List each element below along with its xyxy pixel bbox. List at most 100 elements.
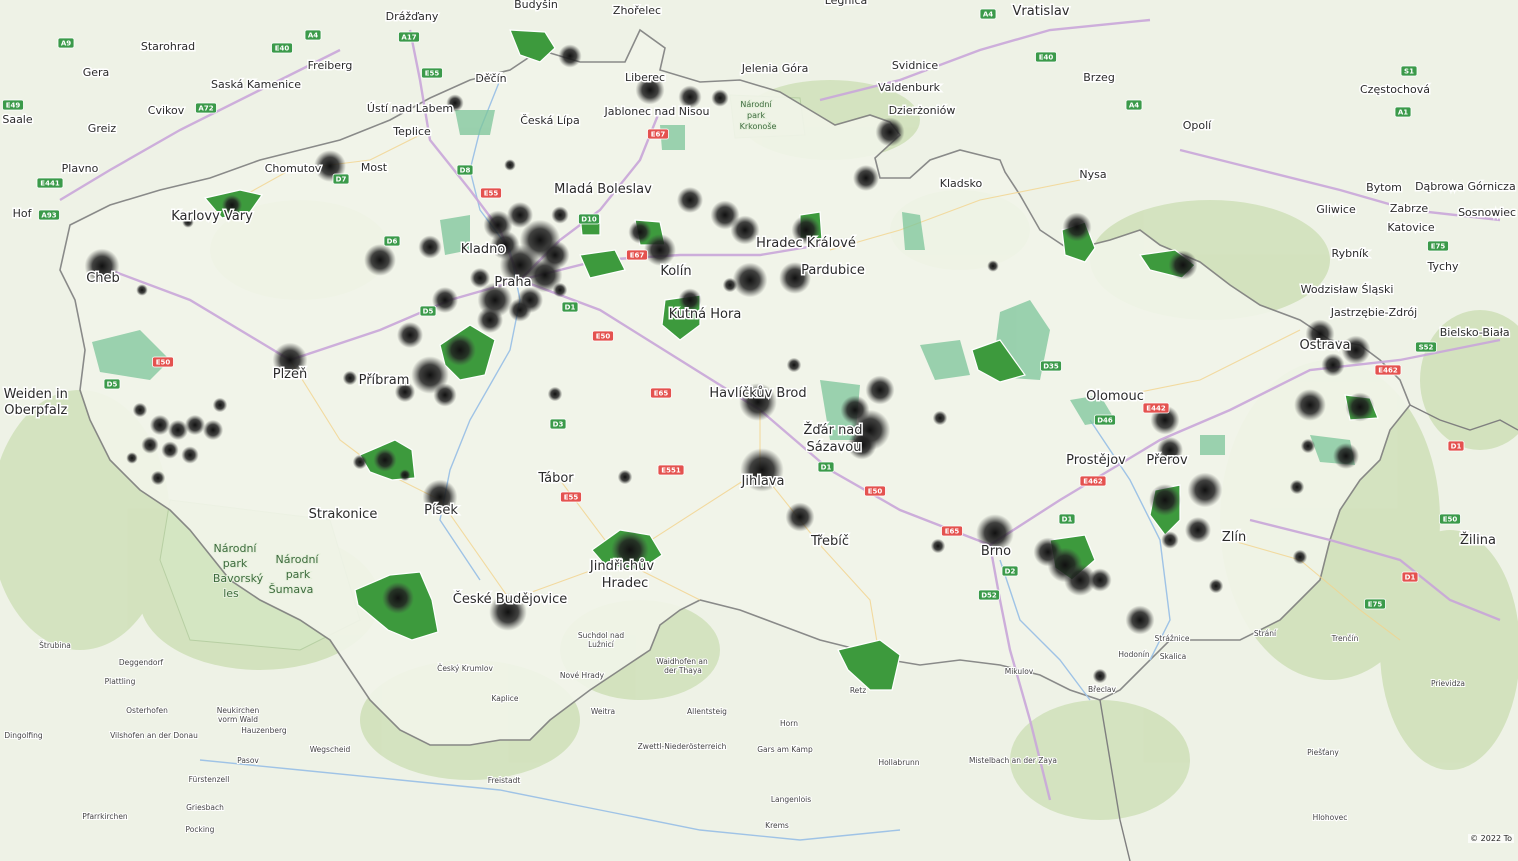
dark-cluster-mark	[722, 277, 738, 293]
road-shield: D1	[817, 461, 835, 473]
dark-cluster-mark	[1125, 605, 1155, 635]
city-label: Ostrava	[1299, 338, 1350, 353]
city-label: Nysa	[1079, 168, 1106, 181]
dark-cluster-mark	[932, 410, 948, 426]
dark-cluster-mark	[987, 260, 999, 272]
city-label: Osterhofen	[126, 706, 168, 715]
dark-cluster-mark	[364, 244, 396, 276]
dark-cluster-mark	[1187, 472, 1223, 508]
map-canvas[interactable]: A4 A17 A9 E40 A4 E55 A72 E49 D7 D8 E55 E441 A93 D10 D6…	[0, 0, 1518, 861]
city-label: Zwettl-Niederösterreich	[638, 742, 727, 751]
city-label: Tábor	[537, 471, 574, 486]
city-label: Hollabrunn	[878, 758, 919, 767]
city-label: Vratislav	[1013, 4, 1070, 19]
dark-cluster-mark	[1332, 442, 1360, 470]
road-shield: D1	[1401, 571, 1419, 583]
road-shield-label: D6	[387, 238, 398, 246]
road-shield: E65	[941, 525, 963, 537]
road-shield: S1	[1400, 65, 1418, 77]
park-label: park	[223, 557, 248, 570]
road-shield-label: E50	[156, 359, 171, 367]
road-shield-label: A4	[983, 11, 993, 19]
dark-cluster-mark	[1168, 250, 1198, 280]
city-label: Freiberg	[308, 59, 353, 72]
city-label: Trenčín	[1331, 634, 1359, 643]
dark-cluster-mark	[396, 321, 424, 349]
city-label: Karlovy Vary	[171, 209, 253, 224]
city-label: Kladno	[461, 242, 506, 257]
city-label: Zlín	[1222, 530, 1246, 545]
road-shield: A17	[398, 31, 420, 43]
dark-cluster-mark	[469, 267, 491, 289]
dark-cluster-mark	[785, 502, 815, 532]
dark-cluster-mark	[875, 117, 905, 147]
road-shield-label: E55	[484, 190, 499, 198]
road-shield: E75	[1427, 240, 1449, 252]
dark-cluster-mark	[149, 414, 171, 436]
dark-cluster-mark	[628, 220, 652, 244]
dark-cluster-mark	[136, 284, 148, 296]
park-label: Národní	[740, 100, 772, 109]
park-label: park	[286, 568, 311, 581]
city-label: Hradec Králové	[756, 236, 856, 251]
city-label: Gera	[83, 66, 110, 79]
park-label: Krkonoše	[740, 121, 777, 131]
city-label: Jindřichův	[589, 559, 655, 574]
city-label: Jelenia Góra	[741, 62, 809, 75]
city-label: Český Krumlov	[437, 664, 493, 673]
road-shield: E50	[592, 330, 614, 342]
road-shield-label: D3	[553, 421, 564, 429]
road-shield-label: D1	[1451, 443, 1462, 451]
road-shield-label: D8	[460, 167, 471, 175]
road-shield-label: E65	[654, 390, 669, 398]
road-shield-label: E40	[1039, 54, 1054, 62]
road-shield: E441	[36, 177, 64, 189]
city-label: Oberpfalz	[4, 403, 67, 418]
city-label: Langenlois	[771, 795, 811, 804]
road-shield-label: D1	[1405, 574, 1416, 582]
road-shield-label: A9	[61, 40, 71, 48]
dark-cluster-mark	[1092, 668, 1108, 684]
road-shield: D46	[1094, 414, 1116, 426]
city-label: Saale	[2, 113, 33, 126]
road-shield: E50	[1439, 513, 1461, 525]
city-label: Nové Hrady	[560, 671, 605, 680]
dark-cluster-mark	[373, 448, 397, 472]
road-shield: E462	[1374, 364, 1402, 376]
road-shield-label: E55	[425, 70, 440, 78]
park-label: les	[223, 587, 239, 600]
road-shield: E40	[1035, 51, 1057, 63]
road-shield-label: D35	[1043, 363, 1059, 371]
dark-cluster-mark	[202, 419, 224, 441]
road-shield: E40	[271, 42, 293, 54]
city-label: Częstochová	[1360, 83, 1430, 96]
dark-cluster-mark	[212, 397, 228, 413]
road-shield-label: D1	[1062, 516, 1073, 524]
road-shield-label: E75	[1368, 601, 1383, 609]
dark-cluster-mark	[930, 538, 946, 554]
city-label: Teplice	[392, 125, 431, 138]
city-label: Drážďany	[386, 10, 439, 23]
city-label: Gars am Kamp	[757, 745, 813, 754]
city-label: Piešťany	[1307, 748, 1339, 757]
dark-cluster-mark	[342, 370, 358, 386]
city-label: Krems	[765, 821, 789, 830]
road-shield: A93	[38, 209, 60, 221]
road-shield: E50	[864, 485, 886, 497]
dark-cluster-mark	[786, 357, 802, 373]
city-label: Třebíč	[810, 534, 849, 549]
dark-cluster-mark	[184, 414, 206, 436]
city-label: Strážnice	[1155, 634, 1190, 643]
city-label: Havlíčkův Brod	[709, 386, 806, 401]
road-shield-label: D7	[336, 176, 347, 184]
road-shield: D5	[419, 305, 437, 317]
road-shield-label: E50	[868, 488, 883, 496]
road-shield-label: E551	[661, 467, 681, 475]
road-shield: E75	[1364, 598, 1386, 610]
dark-cluster-mark	[852, 164, 880, 192]
city-label: Zabrze	[1390, 202, 1429, 215]
dark-cluster-mark	[1300, 438, 1316, 454]
city-label: Wodzisław Śląski	[1301, 283, 1394, 296]
dark-cluster-mark	[508, 298, 532, 322]
city-label: Mikulov	[1005, 667, 1034, 676]
